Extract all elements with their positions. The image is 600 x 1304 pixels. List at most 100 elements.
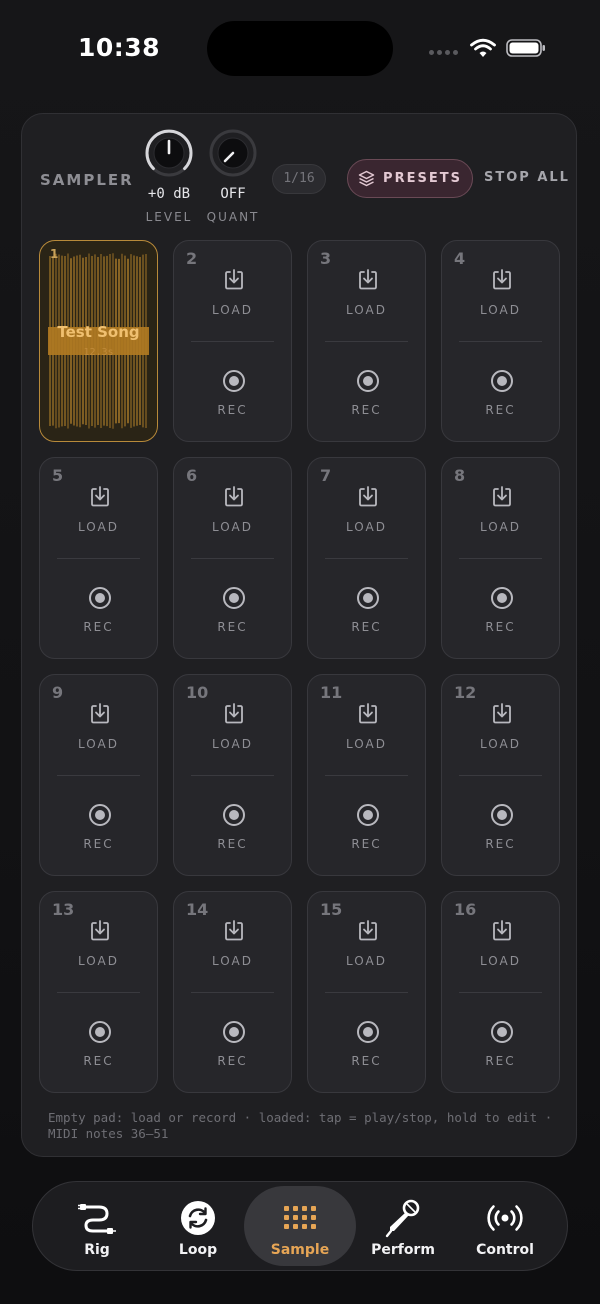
load-label[interactable]: LOAD	[308, 303, 425, 317]
presets-button[interactable]: PRESETS	[347, 159, 473, 198]
load-label[interactable]: LOAD	[442, 520, 559, 534]
stop-all-button[interactable]: STOP ALL	[484, 170, 570, 185]
pad-empty[interactable]: 3 LOAD REC	[307, 240, 426, 442]
load-label[interactable]: LOAD	[442, 737, 559, 751]
level-knob[interactable]	[144, 128, 194, 178]
pad-empty[interactable]: 2 LOAD REC	[173, 240, 292, 442]
pad-empty[interactable]: 9 LOAD REC	[39, 674, 158, 876]
rec-label[interactable]: REC	[174, 1054, 291, 1068]
load-label[interactable]: LOAD	[442, 954, 559, 968]
pad-empty[interactable]: 11 LOAD REC	[307, 674, 426, 876]
tab-loop[interactable]: Loop	[142, 1186, 254, 1266]
tab-label: Sample	[270, 1242, 330, 1258]
record-icon[interactable]	[490, 586, 514, 610]
rec-label[interactable]: REC	[174, 620, 291, 634]
load-label[interactable]: LOAD	[40, 520, 157, 534]
load-icon[interactable]	[88, 919, 112, 943]
load-label[interactable]: LOAD	[308, 737, 425, 751]
pad-divider	[191, 992, 274, 993]
load-label[interactable]: LOAD	[442, 303, 559, 317]
record-icon[interactable]	[88, 586, 112, 610]
pad-empty[interactable]: 13 LOAD REC	[39, 891, 158, 1093]
rec-label[interactable]: REC	[40, 1054, 157, 1068]
rec-label[interactable]: REC	[308, 1054, 425, 1068]
load-label[interactable]: LOAD	[174, 954, 291, 968]
level-label: LEVEL	[145, 210, 193, 224]
load-icon[interactable]	[222, 702, 246, 726]
tab-label: Perform	[371, 1242, 435, 1258]
pad-empty[interactable]: 4 LOAD REC	[441, 240, 560, 442]
rec-label[interactable]: REC	[442, 1054, 559, 1068]
tab-label: Rig	[84, 1242, 110, 1258]
pad-number: 6	[186, 466, 198, 485]
load-label[interactable]: LOAD	[308, 954, 425, 968]
load-label[interactable]: LOAD	[308, 520, 425, 534]
tab-sample[interactable]: Sample	[244, 1186, 356, 1266]
load-icon[interactable]	[88, 702, 112, 726]
record-icon[interactable]	[490, 803, 514, 827]
rec-label[interactable]: REC	[442, 403, 559, 417]
record-icon[interactable]	[490, 1020, 514, 1044]
load-label[interactable]: LOAD	[40, 954, 157, 968]
load-icon[interactable]	[356, 485, 380, 509]
pad-divider	[191, 558, 274, 559]
tab-label: Loop	[178, 1242, 218, 1258]
load-icon[interactable]	[490, 268, 514, 292]
rec-label[interactable]: REC	[442, 620, 559, 634]
cellular-signal-icon	[429, 50, 461, 56]
record-icon[interactable]	[356, 586, 380, 610]
load-label[interactable]: LOAD	[174, 520, 291, 534]
pad-number: 14	[186, 900, 209, 919]
record-icon[interactable]	[356, 1020, 380, 1044]
pad-empty[interactable]: 8 LOAD REC	[441, 457, 560, 659]
record-icon[interactable]	[490, 369, 514, 393]
tab-rig[interactable]: Rig	[41, 1186, 153, 1266]
load-icon[interactable]	[222, 919, 246, 943]
record-icon[interactable]	[356, 803, 380, 827]
pad-empty[interactable]: 6 LOAD REC	[173, 457, 292, 659]
load-icon[interactable]	[222, 268, 246, 292]
record-icon[interactable]	[356, 369, 380, 393]
rec-label[interactable]: REC	[40, 620, 157, 634]
load-icon[interactable]	[490, 919, 514, 943]
record-icon[interactable]	[222, 369, 246, 393]
pad-divider	[459, 558, 542, 559]
rec-label[interactable]: REC	[40, 837, 157, 851]
rec-label[interactable]: REC	[442, 837, 559, 851]
load-label[interactable]: LOAD	[174, 303, 291, 317]
rec-label[interactable]: REC	[308, 620, 425, 634]
rec-label[interactable]: REC	[174, 837, 291, 851]
load-icon[interactable]	[356, 919, 380, 943]
pad-empty[interactable]: 14 LOAD REC	[173, 891, 292, 1093]
load-icon[interactable]	[490, 485, 514, 509]
record-icon[interactable]	[88, 1020, 112, 1044]
record-icon[interactable]	[222, 1020, 246, 1044]
load-label[interactable]: LOAD	[40, 737, 157, 751]
load-icon[interactable]	[222, 485, 246, 509]
pad-divider	[325, 341, 408, 342]
record-icon[interactable]	[88, 803, 112, 827]
pad-empty[interactable]: 12 LOAD REC	[441, 674, 560, 876]
pad-divider	[191, 775, 274, 776]
loop-icon	[181, 1201, 215, 1235]
pad-empty[interactable]: 15 LOAD REC	[307, 891, 426, 1093]
tab-perform[interactable]: Perform	[347, 1186, 459, 1266]
pad-loaded[interactable]: 1 Test Song 12.3s	[39, 240, 158, 442]
pad-empty[interactable]: 10 LOAD REC	[173, 674, 292, 876]
record-icon[interactable]	[222, 803, 246, 827]
quant-knob[interactable]	[208, 128, 258, 178]
load-icon[interactable]	[356, 702, 380, 726]
load-icon[interactable]	[490, 702, 514, 726]
rec-label[interactable]: REC	[308, 837, 425, 851]
rec-label[interactable]: REC	[174, 403, 291, 417]
load-label[interactable]: LOAD	[174, 737, 291, 751]
pad-empty[interactable]: 5 LOAD REC	[39, 457, 158, 659]
pad-number: 10	[186, 683, 209, 702]
record-icon[interactable]	[222, 586, 246, 610]
load-icon[interactable]	[356, 268, 380, 292]
pad-empty[interactable]: 16 LOAD REC	[441, 891, 560, 1093]
load-icon[interactable]	[88, 485, 112, 509]
rec-label[interactable]: REC	[308, 403, 425, 417]
pad-empty[interactable]: 7 LOAD REC	[307, 457, 426, 659]
tab-control[interactable]: Control	[449, 1186, 561, 1266]
